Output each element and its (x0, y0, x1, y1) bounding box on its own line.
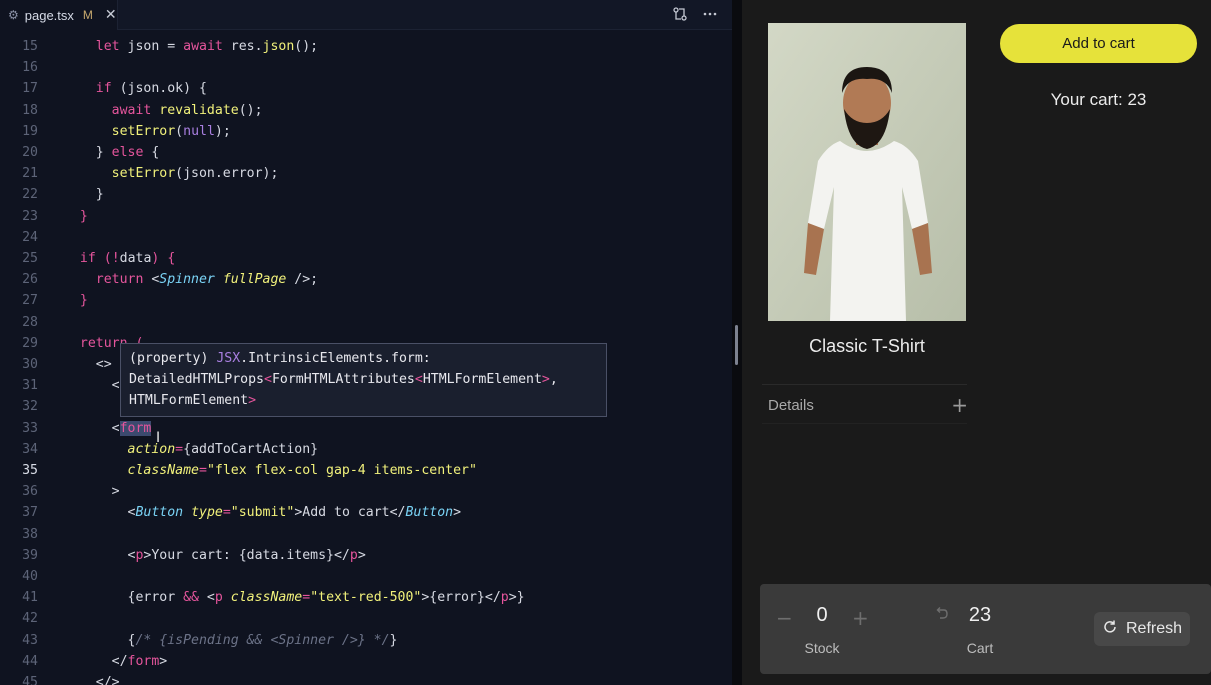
divider (762, 384, 967, 385)
code-line: 45 </> (22, 675, 120, 685)
code-line: 44 </form> (22, 653, 168, 669)
code-line: 25 if (!data) { (22, 251, 176, 266)
undo-icon[interactable] (934, 606, 950, 627)
more-actions-icon[interactable] (702, 6, 718, 22)
close-icon[interactable]: ✕ (105, 7, 117, 23)
code-line: 18 await revalidate(); (22, 102, 263, 118)
code-editor[interactable]: ⚙ page.tsx M ✕ 15 let json = await res.j… (0, 0, 732, 685)
code-line: 36 > (22, 484, 120, 500)
details-accordion[interactable]: Details + (768, 393, 968, 417)
code-line: 39 <p>Your cart: {data.items}</p> (22, 547, 366, 563)
code-line: 35 className="flex flex-col gap-4 items-… (22, 463, 477, 478)
stock-label: Stock (804, 640, 840, 656)
code-line: 40 (22, 569, 38, 584)
code-line: 34 action={addToCartAction} (22, 441, 319, 457)
gear-icon: ⚙ (8, 8, 19, 22)
resize-handle[interactable] (735, 325, 738, 365)
code-line: 23 } (22, 208, 88, 224)
code-line: 42 (22, 611, 38, 627)
code-line: 22 } (22, 187, 104, 203)
code-line: 33 <form (22, 420, 152, 436)
plus-icon[interactable]: + (951, 393, 968, 417)
product-title: Classic T-Shirt (809, 336, 925, 356)
cart-count-text: Your cart: 23 (1050, 90, 1147, 109)
compare-changes-icon[interactable] (672, 6, 688, 22)
tab-page-tsx[interactable]: ⚙ page.tsx M ✕ (0, 0, 118, 30)
modified-badge: M (82, 8, 93, 22)
browser-preview: Classic T-Shirt Add to cart Your cart: 2… (742, 0, 1211, 685)
text-cursor-icon: I (156, 430, 161, 446)
devtools-panel: − 0 + Stock 23 Cart Refresh (760, 584, 1211, 674)
code-line: 41 {error && <p className="text-red-500"… (22, 590, 525, 606)
code-line: 27 } (22, 293, 88, 309)
refresh-button[interactable]: Refresh (1094, 612, 1190, 646)
add-to-cart-button[interactable]: Add to cart (1000, 24, 1197, 63)
code-line: 24 (22, 229, 38, 245)
details-label: Details (768, 396, 814, 414)
refresh-label: Refresh (1125, 620, 1183, 637)
refresh-icon (1102, 619, 1118, 640)
decrement-stock-button[interactable]: − (776, 606, 793, 630)
code-line: 20 } else { (22, 145, 160, 160)
stock-value: 0 (816, 604, 828, 626)
product-image (768, 23, 966, 321)
cart-value: 23 (968, 604, 992, 626)
divider (762, 423, 967, 424)
editor-tab-bar: ⚙ page.tsx M ✕ (0, 0, 732, 30)
increment-stock-button[interactable]: + (852, 606, 869, 630)
cart-label: Cart (966, 640, 994, 656)
code-line: 43 {/* {isPending && <Spinner />} */} (22, 632, 398, 648)
code-line: 16 (22, 60, 38, 76)
tab-filename: page.tsx (24, 7, 74, 23)
code-line: 38 (22, 526, 38, 542)
code-line: 37 <Button type="submit">Add to cart</Bu… (22, 505, 462, 521)
type-hover-tooltip: (property) JSX.IntrinsicElements.form: D… (120, 343, 607, 417)
code-line: 19 setError(null); (22, 123, 231, 139)
code-line: 21 setError(json.error); (22, 166, 279, 182)
code-line: 28 (22, 314, 38, 330)
code-line: 17 if (json.ok) { (22, 81, 207, 97)
code-line: 15 let json = await res.json(); (22, 39, 319, 54)
code-line: 26 return <Spinner fullPage />; (22, 272, 319, 288)
